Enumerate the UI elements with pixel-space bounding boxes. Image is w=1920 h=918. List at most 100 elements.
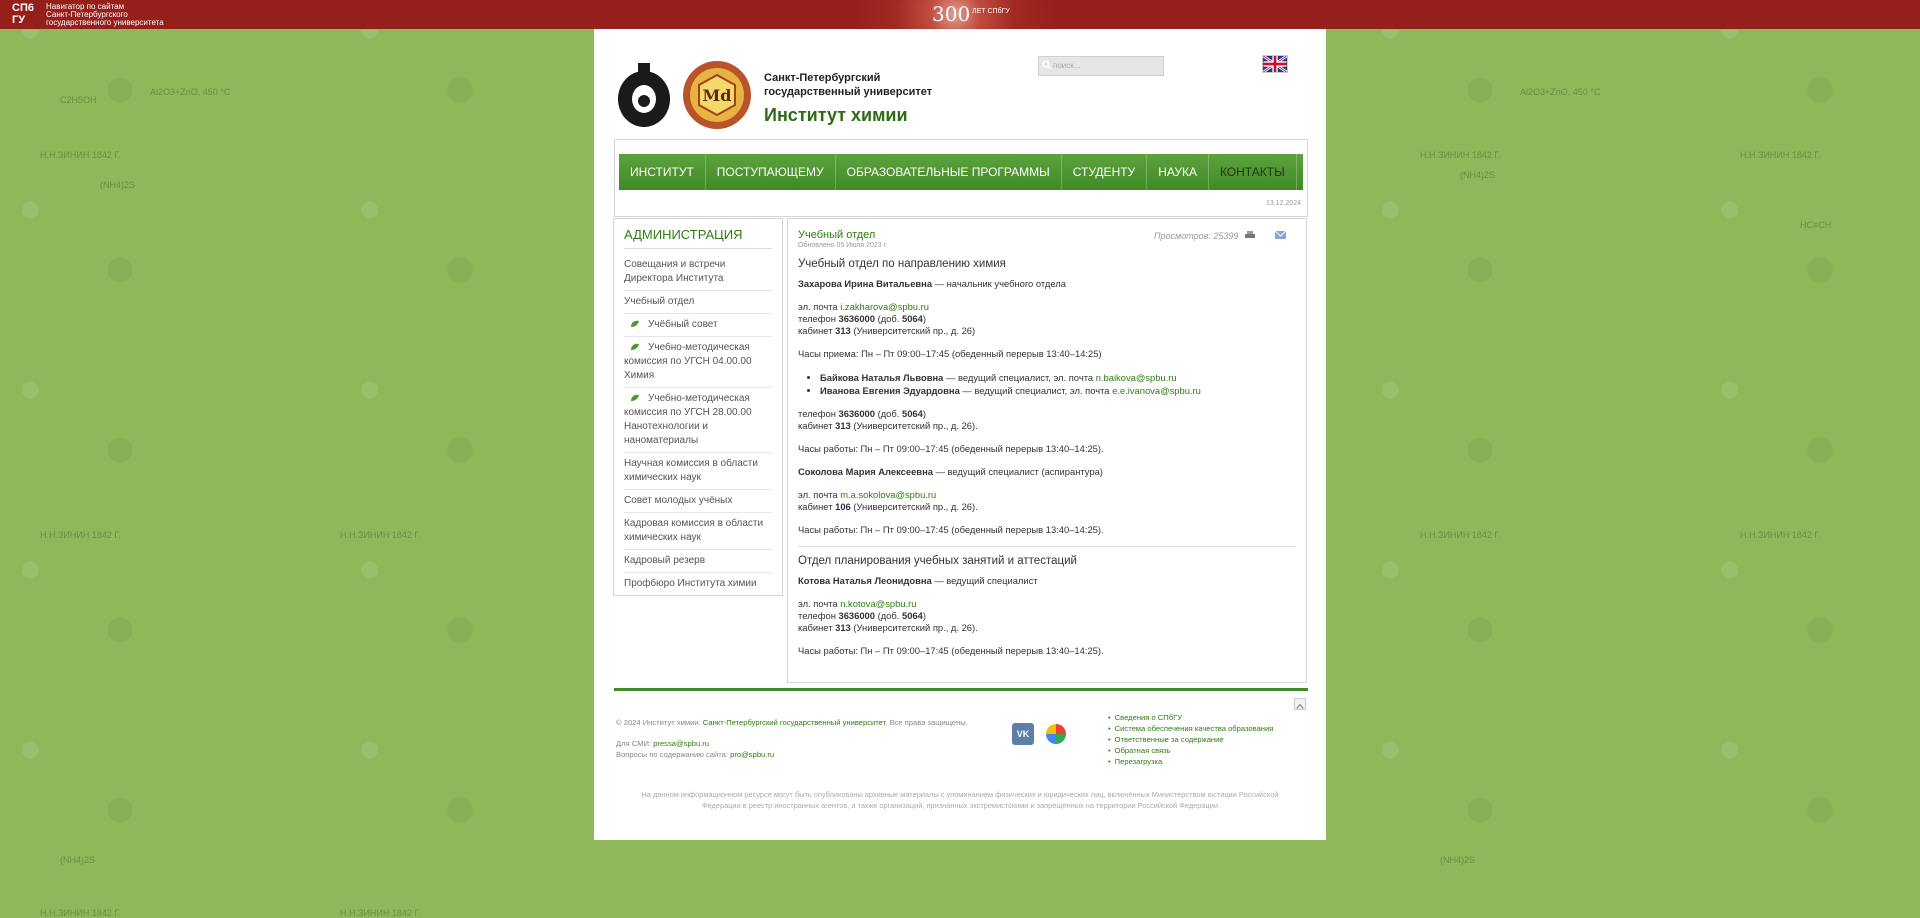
scroll-to-top-button[interactable] [1294, 698, 1306, 710]
email-icon[interactable] [1275, 231, 1286, 239]
contact-phone-line: телефон 3636000 (доб. 5064) [798, 610, 926, 621]
leaf-icon [631, 321, 639, 328]
footer-link[interactable]: Обратная связь [1108, 745, 1273, 756]
email-link[interactable]: i.zakharova@spbu.ru [840, 301, 929, 312]
menu-item-science[interactable]: НАУКА [1147, 154, 1209, 190]
staff-list: Байкова Наталья Львовна — ведущий специа… [820, 371, 1296, 397]
anniversary-number: 300 [932, 2, 971, 26]
menu-item-programs[interactable]: ОБРАЗОВАТЕЛЬНЫЕ ПРОГРАММЫ [836, 154, 1062, 190]
contact-head: Захарова Ирина Витальевна — начальник уч… [798, 278, 1066, 289]
work-hours: Часы работы: Пн – Пт 09:00–17:45 (обеден… [798, 524, 1104, 535]
print-icon[interactable] [1245, 231, 1255, 239]
work-hours: Часы работы: Пн – Пт 09:00–17:45 (обеден… [798, 645, 1104, 656]
spbu-navigator-bar: СП6 ГУ Навигатор по сайтам Санкт-Петербу… [0, 0, 1920, 29]
menu-item-students[interactable]: СТУДЕНТУ [1062, 154, 1148, 190]
sidebar-subitem[interactable]: Учебно-методическая комиссия по УГСН 28.… [624, 388, 772, 453]
bg-pattern-text: Н.Н.ЗИНИН 1842 Г. [40, 530, 121, 540]
contact-room-line: кабинет 313 (Университетский пр., д. 26)… [798, 622, 978, 633]
footer-link[interactable]: Система обеспечения качества образования [1108, 723, 1274, 734]
email-link[interactable]: m.a.sokolova@spbu.ru [840, 489, 936, 500]
email-link[interactable]: e.e.ivanova@spbu.ru [1112, 385, 1201, 396]
divider [798, 546, 1296, 547]
leaf-icon [631, 344, 639, 351]
search-icon [1042, 60, 1052, 70]
search-placeholder: поиск... [1053, 61, 1081, 70]
leaf-icon [631, 395, 639, 402]
eagle-emblem-icon[interactable] [614, 59, 674, 131]
bg-pattern-text: Н.Н.ЗИНИН 1842 Г. [1420, 530, 1501, 540]
list-item: Байкова Наталья Львовна — ведущий специа… [820, 371, 1296, 384]
sidebar-item[interactable]: Совет молодых учёных [624, 490, 772, 513]
bg-pattern-text: Н.Н.ЗИНИН 1842 Г. [40, 908, 121, 918]
bg-pattern-text: Н.Н.ЗИНИН 1842 Г. [40, 150, 121, 160]
main-menu: ИНСТИТУТ ПОСТУПАЮЩЕМУ ОБРАЗОВАТЕЛЬНЫЕ ПР… [619, 154, 1303, 190]
footer-contacts: Для СМИ: pressa@spbu.ru Вопросы по содер… [616, 739, 775, 759]
bg-pattern-text: (NH4)2S [100, 180, 136, 190]
contact-room-line: кабинет 106 (Университетский пр., д. 26)… [798, 501, 978, 512]
sidebar-subitem[interactable]: Учёбный совет [624, 314, 772, 337]
bg-pattern-text: Н.Н.ЗИНИН 1842 Г. [1740, 150, 1821, 160]
bg-pattern-text: (NH4)2S [1460, 170, 1496, 180]
contact-email-line: эл. почта n.kotova@spbu.ru [798, 598, 917, 609]
sidebar: АДМИНИСТРАЦИЯ Совещания и встречи Директ… [613, 218, 783, 596]
bg-pattern-text: C2H5OH [60, 95, 97, 105]
sidebar-item[interactable]: Учебный отдел [624, 291, 772, 314]
section-heading: Отдел планирования учебных занятий и атт… [798, 555, 1077, 567]
article: Учебный отдел Обновлено 05 Июля 2023 г. … [787, 218, 1307, 683]
contact-room-line: кабинет 313 (Университетский пр., д. 26)… [798, 420, 978, 431]
bg-pattern-text: Al2O3+ZnO, 450 °C [150, 87, 231, 97]
institute-md-logo-icon[interactable]: Md [679, 59, 757, 131]
search-input[interactable]: поиск... [1038, 56, 1164, 76]
spbu-logo[interactable]: СП6 ГУ [12, 2, 42, 28]
section-heading: Учебный отдел по направлению химия [798, 258, 1006, 270]
anniversary-caption: ЛЕТ СПбГУ [972, 8, 1010, 15]
contact-email-line: эл. почта m.a.sokolova@spbu.ru [798, 489, 937, 500]
vk-icon[interactable]: VK [1012, 723, 1034, 745]
main-navigation: ИНСТИТУТ ПОСТУПАЮЩЕМУ ОБРАЗОВАТЕЛЬНЫЕ ПР… [614, 139, 1308, 217]
current-date: 13.12.2024 [1265, 200, 1301, 207]
university-name: Санкт-Петербургский государственный унив… [764, 72, 933, 98]
contact-phone-line: телефон 3636000 (доб. 5064) [798, 408, 926, 419]
bg-pattern-text: Н.Н.ЗИНИН 1842 Г. [1740, 530, 1821, 540]
view-count: Просмотров: 25399 [1154, 231, 1239, 241]
english-flag-icon[interactable] [1262, 55, 1288, 73]
navigator-link[interactable]: Навигатор по сайтам Санкт-Петербургского… [46, 3, 164, 27]
bg-pattern-text: (NH4)2S [1440, 855, 1476, 865]
email-link[interactable]: n.kotova@spbu.ru [840, 598, 916, 609]
bg-pattern-text: HC≡CH [1800, 220, 1832, 230]
press-email-link[interactable]: pressa@spbu.ru [653, 739, 709, 748]
page-container: Md Санкт-Петербургский государственный у… [594, 29, 1326, 840]
contact-room-line: кабинет 313 (Университетский пр., д. 26) [798, 325, 976, 336]
sidebar-item[interactable]: Профбюро Института химии [624, 573, 772, 595]
work-hours: Часы работы: Пн – Пт 09:00–17:45 (обеден… [798, 443, 1104, 454]
foreign-agent-notice: На данном информационном ресурсе могут б… [641, 790, 1279, 810]
content-email-link[interactable]: pro@spbu.ru [730, 750, 774, 759]
footer-link[interactable]: Ответственные за содержание [1108, 734, 1273, 745]
footer-links: Сведения о СПбГУ Система обеспечения кач… [1108, 712, 1274, 767]
svg-text:Md: Md [703, 86, 732, 105]
contact-email-line: эл. почта i.zakharova@spbu.ru [798, 301, 929, 312]
menu-item-applicants[interactable]: ПОСТУПАЮЩЕМУ [706, 154, 836, 190]
sidebar-item[interactable]: Совещания и встречи Директора Института [624, 254, 772, 291]
university-link[interactable]: Санкт-Петербургский государственный унив… [703, 718, 885, 727]
contact-aspirant: Соколова Мария Алексеевна — ведущий спец… [798, 466, 1103, 477]
institute-name[interactable]: Институт химии [764, 105, 908, 126]
list-item: Иванова Евгения Эдуардовна — ведущий спе… [820, 384, 1296, 397]
contact-planner: Котова Наталья Леонидовна — ведущий спец… [798, 575, 1038, 586]
sidebar-item[interactable]: Кадровая комиссия в области химических н… [624, 513, 772, 550]
bg-pattern-text: Н.Н.ЗИНИН 1842 Г. [1420, 150, 1501, 160]
menu-item-institute[interactable]: ИНСТИТУТ [619, 154, 706, 190]
bg-pattern-text: Н.Н.ЗИНИН 1842 Г. [340, 908, 421, 918]
footer-divider [614, 688, 1308, 691]
article-updated: Обновлено 05 Июля 2023 г. [798, 242, 888, 249]
pinwheel-icon[interactable] [1045, 723, 1067, 745]
sidebar-item[interactable]: Научная комиссия в области химических на… [624, 453, 772, 490]
contact-phone-line: телефон 3636000 (доб. 5064) [798, 313, 926, 324]
menu-item-contacts[interactable]: КОНТАКТЫ [1209, 154, 1297, 190]
sidebar-subitem[interactable]: Учебно-методическая комиссия по УГСН 04.… [624, 337, 772, 388]
sidebar-item[interactable]: Кадровый резерв [624, 550, 772, 573]
footer-link[interactable]: Сведения о СПбГУ [1108, 712, 1273, 723]
email-link[interactable]: n.baikova@spbu.ru [1096, 372, 1177, 383]
copyright: © 2024 Институт химии. Санкт-Петербургск… [616, 718, 968, 727]
footer-link[interactable]: Перезагрузка [1108, 756, 1273, 767]
